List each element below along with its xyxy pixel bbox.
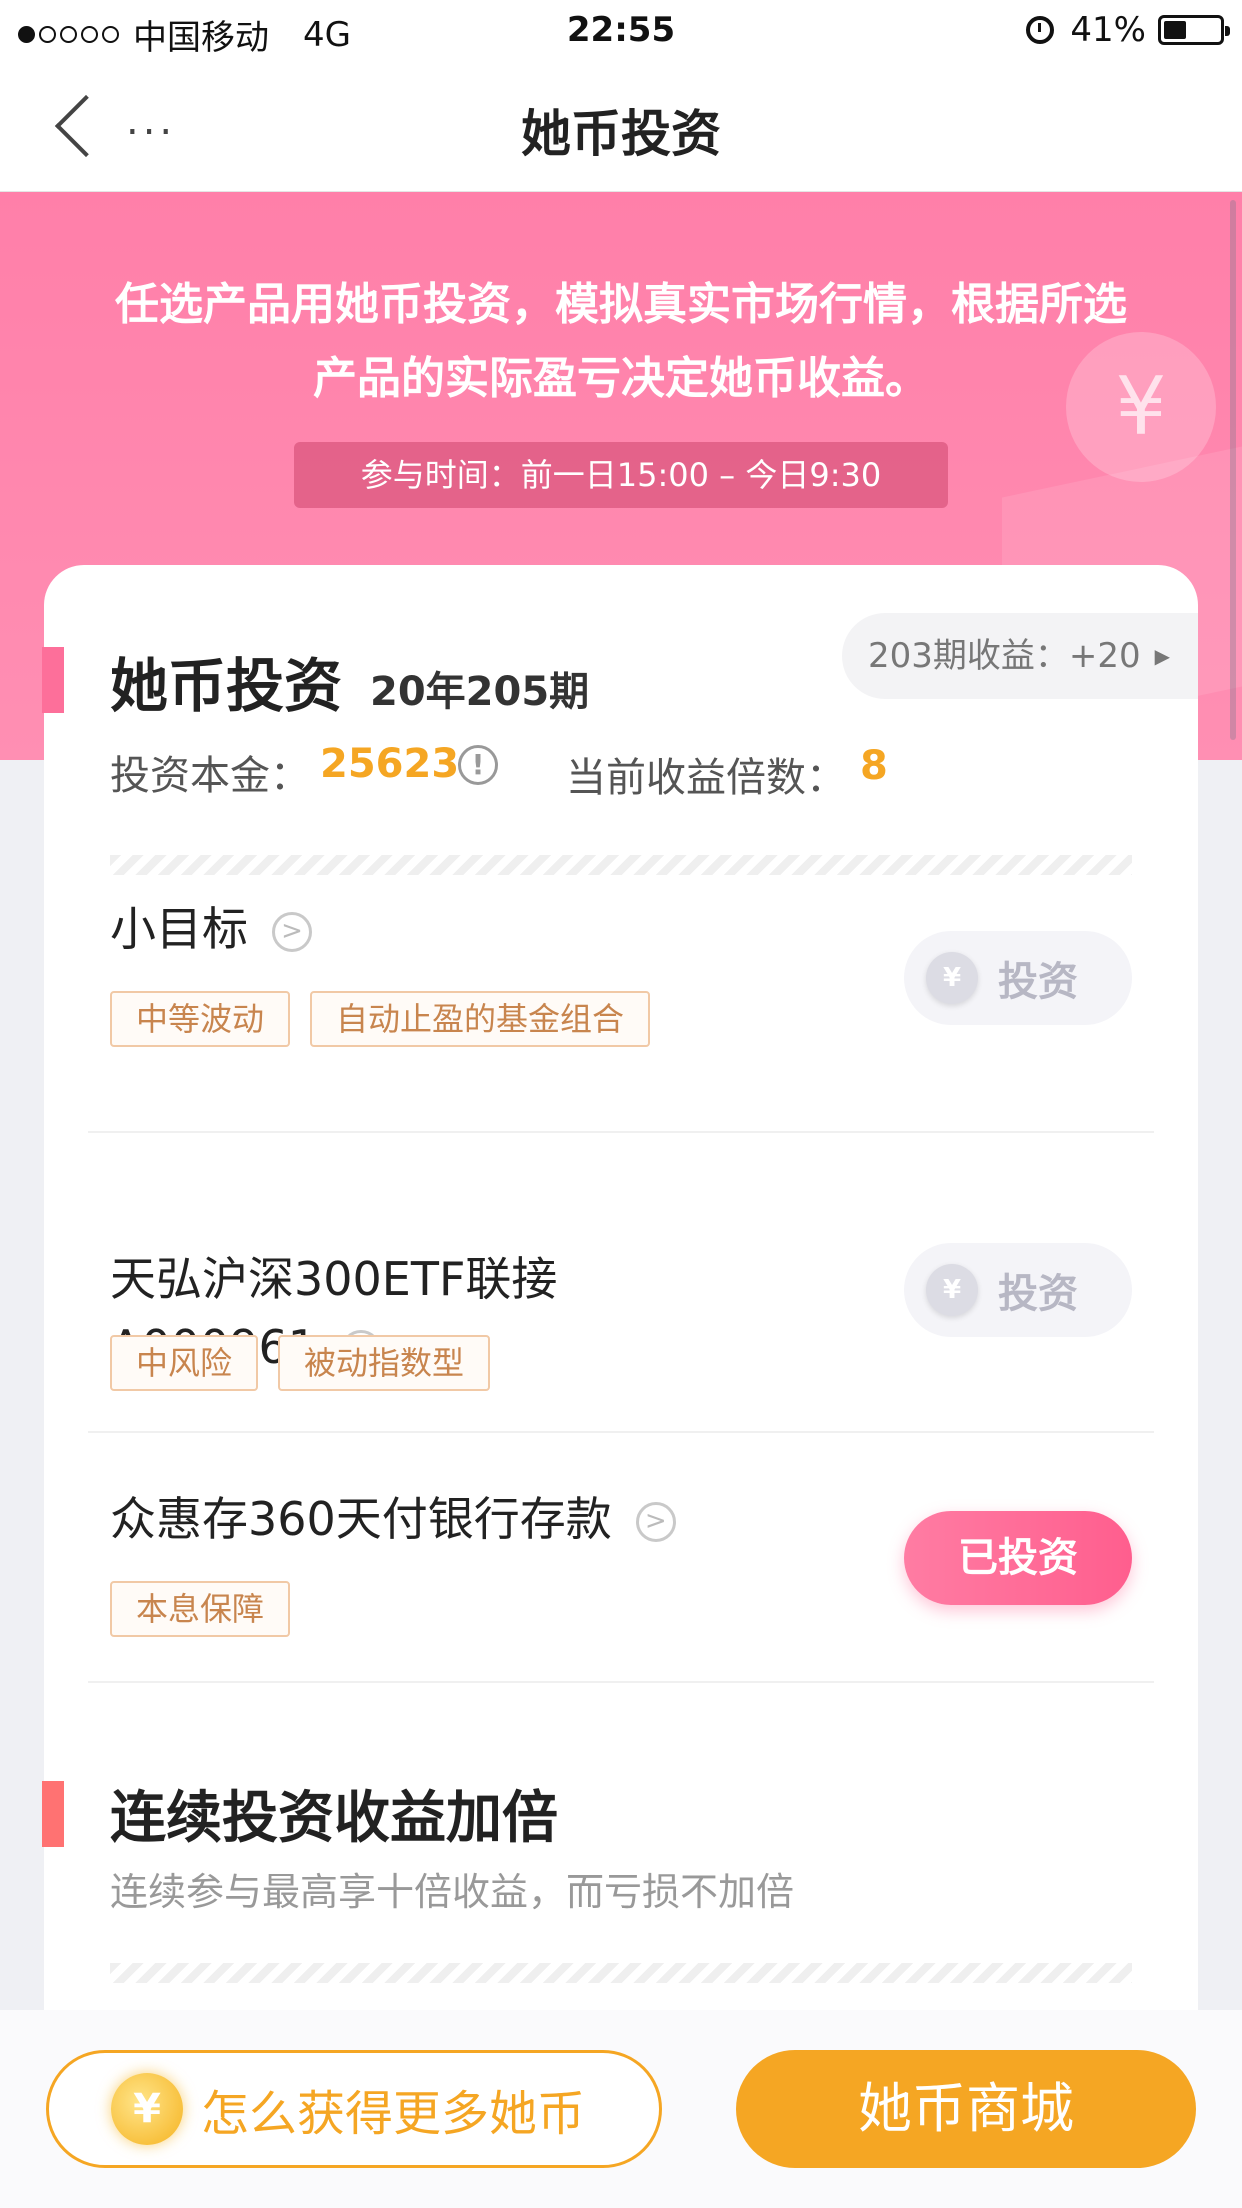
tag-row: 中等波动 自动止盈的基金组合 xyxy=(110,991,670,1047)
multiple-value: 8 xyxy=(860,743,888,789)
alarm-icon xyxy=(1026,16,1055,44)
tag-row: 本息保障 xyxy=(110,1581,310,1637)
nav-bar: ... 她币投资 xyxy=(0,62,1242,192)
multiple-label: 当前收益倍数： xyxy=(566,755,846,801)
bottom-bar: ¥ 怎么获得更多她币 她币商城 xyxy=(0,2010,1242,2208)
section-marker xyxy=(42,1781,64,1847)
product-item[interactable]: 小目标 > 中等波动 自动止盈的基金组合 ¥ 投资 xyxy=(88,895,1154,1065)
page-title: 她币投资 xyxy=(521,105,721,163)
earn-more-label: 怎么获得更多她币 xyxy=(201,2086,586,2142)
bonus-title: 连续投资收益加倍 xyxy=(110,1786,558,1851)
status-bar: 中国移动 4G 22:55 41% xyxy=(0,0,1242,62)
investment-title: 她币投资 xyxy=(110,652,343,720)
previous-income-button[interactable]: 203期收益：+20 ▶ xyxy=(842,613,1198,699)
invest-button[interactable]: ¥ 投资 xyxy=(904,931,1132,1025)
battery-percent: 41% xyxy=(1070,10,1146,50)
stripe-divider xyxy=(110,1963,1132,1983)
tag: 自动止盈的基金组合 xyxy=(310,991,651,1047)
yuan-coin-icon: ¥ xyxy=(926,1264,978,1316)
stripe-divider xyxy=(110,855,1132,875)
invest-button-label: 投资 xyxy=(998,959,1078,1005)
shop-button[interactable]: 她币商城 xyxy=(736,2050,1196,2168)
divider xyxy=(88,1131,1154,1133)
bonus-subtitle: 连续参与最高享十倍收益，而亏损不加倍 xyxy=(110,1870,795,1914)
invest-button-label: 投资 xyxy=(998,1271,1078,1317)
hero-description: 任选产品用她币投资，模拟真实市场行情，根据所选产品的实际盈亏决定她币收益。 xyxy=(115,279,1127,404)
tag: 本息保障 xyxy=(110,1581,291,1637)
section-marker xyxy=(42,647,64,713)
tag: 中风险 xyxy=(110,1335,259,1391)
participation-time: 参与时间：前一日15:00 – 今日9:30 xyxy=(294,442,948,508)
investment-period: 20年205期 xyxy=(370,669,590,715)
tag: 被动指数型 xyxy=(278,1335,491,1391)
principal-value: 25623 xyxy=(320,741,460,787)
info-icon[interactable]: ! xyxy=(458,745,498,785)
yuan-coin-icon: ¥ xyxy=(111,2073,183,2145)
product-name-text: 小目标 xyxy=(110,902,248,956)
invest-button[interactable]: ¥ 投资 xyxy=(904,1243,1132,1337)
product-name[interactable]: 小目标 > xyxy=(110,895,312,963)
status-right: 41% xyxy=(1026,10,1230,50)
tag: 中等波动 xyxy=(110,991,291,1047)
invested-button[interactable]: 已投资 xyxy=(904,1511,1132,1605)
tag-row: 中风险 被动指数型 xyxy=(110,1335,510,1391)
battery-level xyxy=(1164,21,1187,39)
product-name[interactable]: 众惠存360天付银行存款 > xyxy=(110,1485,676,1553)
product-item[interactable]: 众惠存360天付银行存款 > 本息保障 已投资 xyxy=(88,1485,1154,1655)
principal-label: 投资本金： xyxy=(110,753,310,799)
play-arrow-icon: ▶ xyxy=(1154,644,1171,668)
previous-income-label: 203期收益：+20 xyxy=(868,636,1141,676)
product-name-text: 众惠存360天付银行存款 xyxy=(110,1492,612,1546)
divider xyxy=(88,1431,1154,1433)
product-item[interactable]: 天弘沪深300ETF联接 A000961> 中风险 被动指数型 ¥ 投资 xyxy=(88,1177,1154,1437)
investment-card: 她币投资 20年205期 203期收益：+20 ▶ 投资本金： 25623 ! 当… xyxy=(42,565,1198,2045)
earn-more-button[interactable]: ¥ 怎么获得更多她币 xyxy=(46,2050,662,2168)
divider xyxy=(88,1681,1154,1683)
chevron-right-icon[interactable]: > xyxy=(635,1502,676,1542)
scrollbar[interactable] xyxy=(1230,200,1236,740)
battery-icon xyxy=(1158,15,1230,45)
yuan-coin-icon: ¥ xyxy=(926,952,978,1004)
chevron-right-icon[interactable]: > xyxy=(272,912,312,952)
